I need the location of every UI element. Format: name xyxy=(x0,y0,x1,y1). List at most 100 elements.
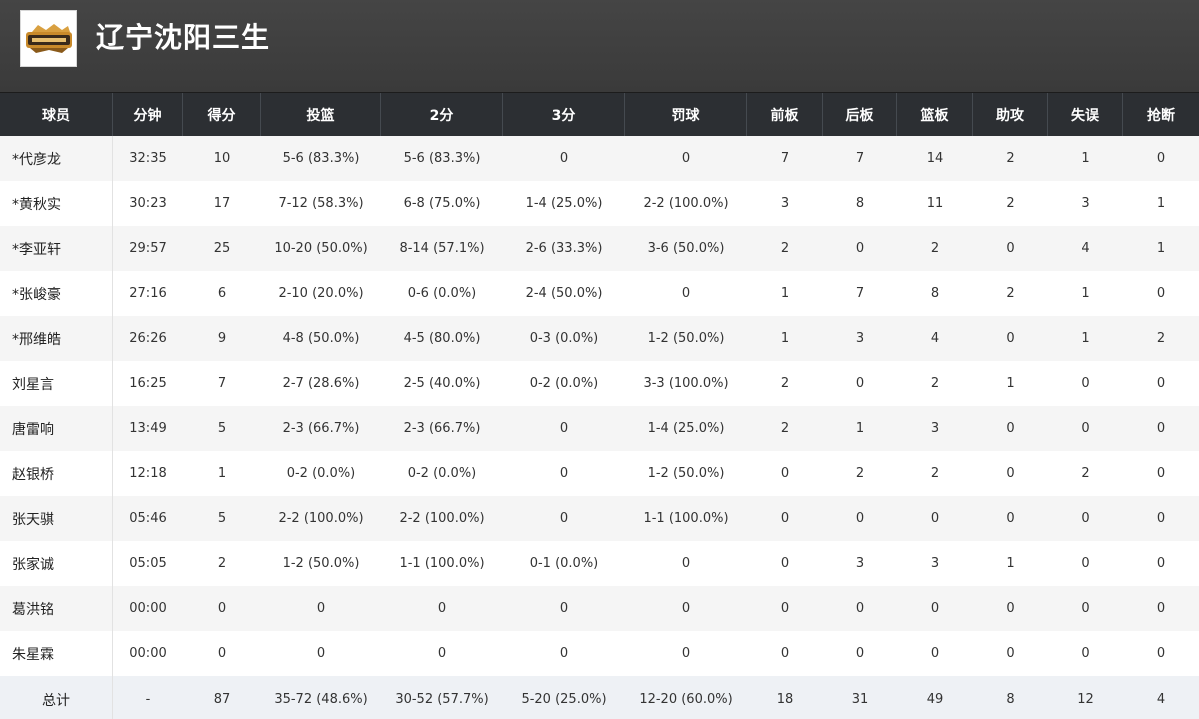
stat-cell-dreb: 2 xyxy=(855,466,865,481)
stat-cell-two-pt: 2-2 (100.0%) xyxy=(399,511,485,526)
column-header-ft[interactable]: 罚球 xyxy=(625,93,747,137)
stat-cell-points: 5 xyxy=(217,421,227,436)
table-row: *张峻豪 27:16 6 2-10 (20.0%) 0-6 (0.0%) 2-4 (50.… xyxy=(0,271,1199,316)
column-header-dreb[interactable]: 后板 xyxy=(823,93,897,137)
stat-cell-two-pt: 4-5 (80.0%) xyxy=(403,331,481,346)
stat-cell-ft: 0 xyxy=(681,286,691,301)
stat-cell-reb: 2 xyxy=(930,466,940,481)
stat-cell-three-pt: 0-3 (0.0%) xyxy=(529,331,599,346)
column-header-ast[interactable]: 助攻 xyxy=(973,93,1048,137)
column-header-two-pt[interactable]: 2分 xyxy=(381,93,503,137)
stat-cell-minutes: 26:26 xyxy=(129,331,167,346)
column-header-stl[interactable]: 抢断 xyxy=(1123,93,1199,137)
stat-cell-minutes: 00:00 xyxy=(129,601,167,616)
column-header-three-pt[interactable]: 3分 xyxy=(503,93,625,137)
stat-cell-points: 5 xyxy=(217,511,227,526)
column-header-oreb[interactable]: 前板 xyxy=(747,93,823,137)
stat-cell-oreb: 2 xyxy=(780,421,790,436)
column-header-player[interactable]: 球员 xyxy=(0,93,113,137)
stat-cell-two-pt: 0 xyxy=(437,646,447,661)
stat-cell-stl: 0 xyxy=(1156,466,1166,481)
player-name: 朱星霖 xyxy=(0,631,113,676)
stat-cell-two-pt: 0-6 (0.0%) xyxy=(407,286,477,301)
stat-cell-ast: 0 xyxy=(1006,601,1015,616)
table-row: 刘星言 16:25 7 2-7 (28.6%) 2-5 (40.0%) 0-2 (0.0%… xyxy=(0,361,1199,406)
table-row: 葛洪铭 00:00 0 0 0 0 0 0 0 0 0 0 0 xyxy=(0,586,1199,631)
column-header-minutes[interactable]: 分钟 xyxy=(113,93,183,137)
stat-cell-dreb: 8 xyxy=(855,196,865,211)
stat-cell-stl: 4 xyxy=(1156,692,1166,707)
team-title: 辽宁沈阳三生 xyxy=(96,21,271,54)
stat-cell-dreb: 31 xyxy=(851,692,869,707)
stat-cell-ast: 1 xyxy=(1006,556,1015,571)
table-row: *代彦龙 32:35 10 5-6 (83.3%) 5-6 (83.3%) 0 0 7 7 14 2… xyxy=(0,136,1199,181)
stat-cell-reb: 2 xyxy=(930,241,940,256)
stat-cell-ast: 2 xyxy=(1006,286,1015,301)
stat-cell-oreb: 0 xyxy=(780,601,790,616)
stat-cell-fg: 0 xyxy=(316,646,326,661)
team-header: 辽宁沈阳三生 xyxy=(0,0,1199,92)
stat-cell-two-pt: 5-6 (83.3%) xyxy=(403,151,481,166)
stat-cell-dreb: 7 xyxy=(855,286,865,301)
column-header-points[interactable]: 得分 xyxy=(183,93,261,137)
player-name: 唐雷响 xyxy=(0,406,113,451)
stat-cell-three-pt: 0 xyxy=(559,601,569,616)
player-name: 张天骐 xyxy=(0,496,113,541)
stat-cell-two-pt: 0-2 (0.0%) xyxy=(407,466,477,481)
stat-cell-ast: 0 xyxy=(1006,241,1015,256)
stat-cell-dreb: 0 xyxy=(855,376,865,391)
stat-cell-dreb: 1 xyxy=(855,421,865,436)
column-header-tov[interactable]: 失误 xyxy=(1048,93,1123,137)
table-row: *邢维皓 26:26 9 4-8 (50.0%) 4-5 (80.0%) 0-3 (0.0… xyxy=(0,316,1199,361)
column-header-reb[interactable]: 篮板 xyxy=(897,93,973,137)
stat-cell-dreb: 7 xyxy=(855,151,865,166)
stat-cell-fg: 10-20 (50.0%) xyxy=(274,241,368,256)
stat-cell-tov: 0 xyxy=(1081,556,1090,571)
player-name: *黄秋实 xyxy=(0,181,113,226)
table-row: *黄秋实 30:23 17 7-12 (58.3%) 6-8 (75.0%) 1-4 (2… xyxy=(0,181,1199,226)
stat-cell-dreb: 0 xyxy=(855,646,865,661)
stat-cell-reb: 0 xyxy=(930,511,940,526)
stat-cell-ft: 3-6 (50.0%) xyxy=(647,241,725,256)
stat-cell-minutes: 00:00 xyxy=(129,646,167,661)
stat-cell-reb: 0 xyxy=(930,646,940,661)
stat-cell-fg: 2-7 (28.6%) xyxy=(282,376,360,391)
stat-cell-ft: 1-2 (50.0%) xyxy=(647,331,725,346)
table-row: 朱星霖 00:00 0 0 0 0 0 0 0 0 0 0 0 xyxy=(0,631,1199,676)
stat-cell-three-pt: 5-20 (25.0%) xyxy=(521,692,607,707)
stat-cell-reb: 2 xyxy=(930,376,940,391)
stat-cell-minutes: 29:57 xyxy=(129,241,167,256)
stat-cell-two-pt: 2-3 (66.7%) xyxy=(403,421,481,436)
column-header-fg[interactable]: 投篮 xyxy=(261,93,381,137)
table-header-row: 球员 分钟 得分 投篮 2分 3分 罚球 前板 后板 篮板 助攻 失误 抢断 xyxy=(0,92,1199,137)
stat-cell-dreb: 0 xyxy=(855,601,865,616)
stat-cell-dreb: 0 xyxy=(855,511,865,526)
stat-cell-points: 1 xyxy=(217,466,227,481)
table-row: *李亚轩 29:57 25 10-20 (50.0%) 8-14 (57.1%) 2-6 … xyxy=(0,226,1199,271)
stat-cell-ft: 0 xyxy=(681,556,691,571)
stat-cell-stl: 0 xyxy=(1156,151,1166,166)
stat-cell-fg: 0 xyxy=(316,601,326,616)
total-label: 总计 xyxy=(0,676,113,719)
stat-cell-reb: 14 xyxy=(926,151,944,166)
stat-cell-ft: 0 xyxy=(681,151,691,166)
stat-cell-ft: 1-2 (50.0%) xyxy=(647,466,725,481)
player-name: *代彦龙 xyxy=(0,136,113,181)
stat-cell-stl: 0 xyxy=(1156,646,1166,661)
stat-cell-fg: 2-2 (100.0%) xyxy=(278,511,364,526)
stat-cell-fg: 1-2 (50.0%) xyxy=(282,556,360,571)
stat-cell-three-pt: 0 xyxy=(559,421,569,436)
stat-cell-dreb: 3 xyxy=(855,331,865,346)
stat-cell-ft: 0 xyxy=(681,646,691,661)
stat-cell-two-pt: 8-14 (57.1%) xyxy=(399,241,485,256)
stat-cell-reb: 0 xyxy=(930,601,940,616)
stat-cell-reb: 3 xyxy=(930,421,940,436)
stat-cell-ft: 12-20 (60.0%) xyxy=(639,692,733,707)
stat-cell-dreb: 0 xyxy=(855,241,865,256)
player-name: 张家诚 xyxy=(0,541,113,586)
stat-cell-ast: 2 xyxy=(1006,196,1015,211)
player-name: 赵银桥 xyxy=(0,451,113,496)
stat-cell-stl: 2 xyxy=(1156,331,1166,346)
stat-cell-reb: 4 xyxy=(930,331,940,346)
player-name: *张峻豪 xyxy=(0,271,113,316)
